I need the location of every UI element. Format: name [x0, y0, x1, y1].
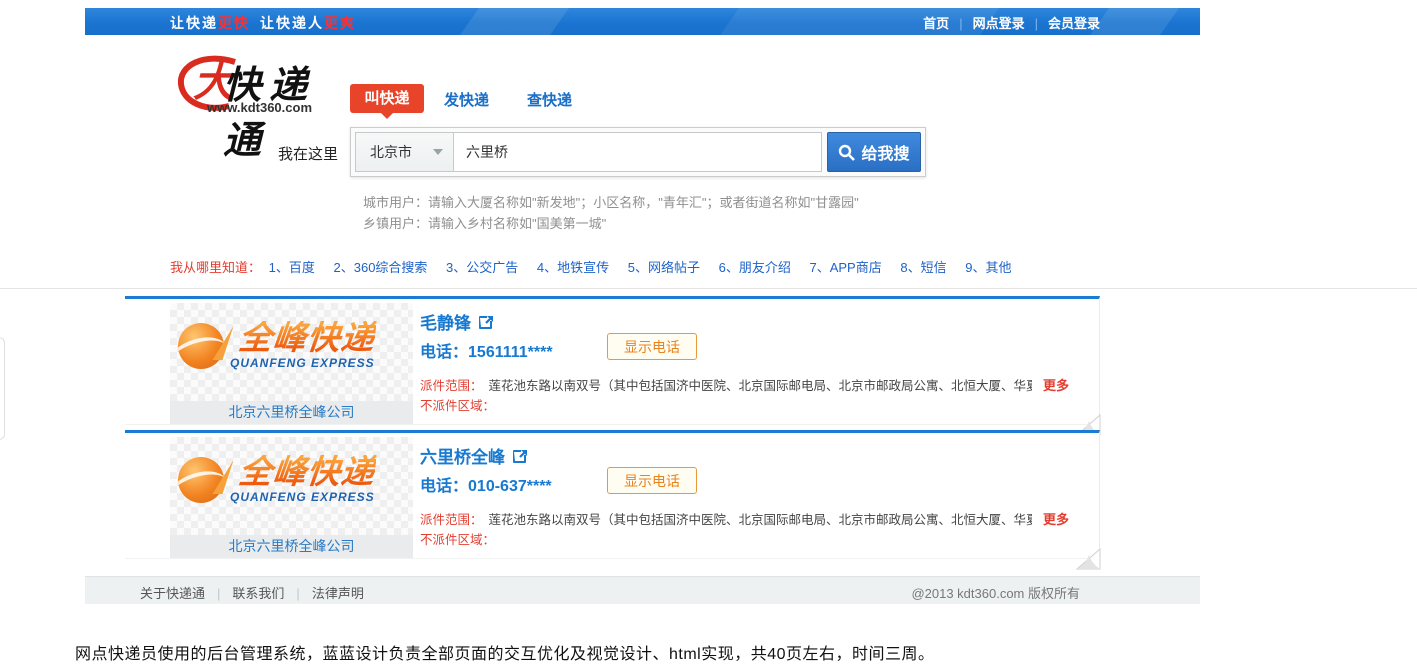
source-option-appstore[interactable]: 7、APP商店: [809, 260, 881, 275]
location-label: 我在这里: [278, 143, 338, 164]
footer-contact-link[interactable]: 联系我们: [232, 586, 284, 601]
brand-name-en: QUANFENG EXPRESS: [230, 490, 375, 504]
phone-row: 电话：010-637****: [420, 472, 552, 496]
page: 让快递更快让快递人更爽 首页 | 网点登录 | 会员登录 大 快递通 www.kdt36…: [0, 0, 1417, 665]
no-delivery-label: 不派件区域：: [420, 395, 495, 414]
search-button[interactable]: 给我搜: [827, 132, 921, 172]
footer-about-link[interactable]: 关于快递通: [140, 586, 205, 601]
brand-logo-area: 全峰快递 QUANFENG EXPRESS 北京六里桥全峰公司: [170, 303, 413, 424]
result-details: 毛静锋 电话：1561111**** 显示电话 派件范围： 莲花池东路以南双号（其…: [420, 299, 1091, 424]
tab-call-express[interactable]: 叫快递: [350, 84, 424, 113]
courier-name: 六里桥全峰: [420, 443, 505, 468]
section-divider: [0, 288, 1417, 289]
city-select-value: 北京市: [370, 142, 433, 162]
delivery-range-text: 莲花池东路以南双号（其中包括国济中医院、北京国际邮电局、北京市邮政局公寓、北恒大…: [489, 513, 1032, 527]
courier-name-link[interactable]: 毛静锋: [420, 309, 495, 334]
hint-city-users: 城市用户：请输入大厦名称如"新发地"；小区名称，"青年汇"；或者街道名称如"甘露…: [363, 192, 859, 211]
delivery-range-text: 莲花池东路以南双号（其中包括国济中医院、北京国际邮电局、北京市邮政局公寓、北恒大…: [489, 379, 1032, 393]
courier-result-card: 全峰快递 QUANFENG EXPRESS 北京六里桥全峰公司 毛静锋 电话：1…: [125, 296, 1100, 425]
logo-background: 全峰快递 QUANFENG EXPRESS: [170, 437, 413, 535]
phone-row: 电话：1561111****: [420, 338, 553, 362]
footer-legal-link[interactable]: 法律声明: [312, 586, 364, 601]
logo-url: www.kdt360.com: [207, 100, 312, 115]
copyright-text: @2013 kdt360.com 版权所有: [911, 583, 1080, 602]
source-option-friend[interactable]: 6、朋友介绍: [719, 260, 791, 275]
source-option-bus-ad[interactable]: 3、公交广告: [446, 260, 518, 275]
show-phone-button[interactable]: 显示电话: [607, 467, 697, 494]
city-select[interactable]: 北京市: [356, 133, 454, 171]
footer-links: 关于快递通 | 联系我们 | 法律声明: [140, 583, 364, 602]
source-option-360[interactable]: 2、360综合搜索: [334, 260, 428, 275]
external-link-icon: [479, 314, 495, 330]
nav-home-link[interactable]: 首页: [923, 16, 949, 31]
search-input[interactable]: [454, 133, 821, 171]
external-link-icon: [513, 448, 529, 464]
brand-name-cn: 全峰快递: [237, 455, 376, 488]
source-option-forum[interactable]: 5、网络帖子: [628, 260, 700, 275]
phone-number: 1561111****: [468, 344, 553, 361]
delivery-range-label: 派件范围：: [420, 513, 483, 527]
tab-track-express[interactable]: 查快递: [527, 89, 572, 110]
site-logo[interactable]: 大 快递通 www.kdt360.com: [175, 52, 355, 122]
topbar: 让快递更快让快递人更爽 首页 | 网点登录 | 会员登录: [85, 8, 1200, 35]
courier-name-link[interactable]: 六里桥全峰: [420, 443, 529, 468]
company-name: 北京六里桥全峰公司: [170, 535, 413, 558]
phone-number: 010-637****: [468, 478, 552, 495]
edge-widget-fragment: [0, 337, 5, 440]
slogan-part: 让快递: [170, 15, 218, 31]
company-name: 北京六里桥全峰公司: [170, 401, 413, 424]
delivery-range-row: 派件范围： 莲花池东路以南双号（其中包括国济中医院、北京国际邮电局、北京市邮政局公…: [420, 509, 1032, 528]
search-button-label: 给我搜: [861, 140, 909, 164]
more-link[interactable]: 更多: [1043, 375, 1069, 394]
source-option-baidu[interactable]: 1、百度: [269, 260, 315, 275]
source-option-subway[interactable]: 4、地铁宣传: [537, 260, 609, 275]
footer: 关于快递通 | 联系我们 | 法律声明 @2013 kdt360.com 版权所有: [85, 576, 1200, 604]
source-option-other[interactable]: 9、其他: [965, 260, 1011, 275]
search-bar: 北京市 给我搜: [350, 127, 926, 177]
search-icon: [838, 144, 855, 161]
phone-label: 电话：: [420, 478, 468, 495]
courier-name: 毛静锋: [420, 309, 471, 334]
nav-member-login-link[interactable]: 会员登录: [1048, 16, 1100, 31]
nav-branch-login-link[interactable]: 网点登录: [973, 16, 1025, 31]
footer-separator: |: [217, 586, 220, 601]
show-phone-button[interactable]: 显示电话: [607, 333, 697, 360]
slogan-part-highlight: 更爽: [324, 15, 356, 31]
footer-separator: |: [296, 586, 299, 601]
more-link[interactable]: 更多: [1043, 509, 1069, 528]
topbar-streak: [444, 8, 576, 35]
topbar-slogan: 让快递更快让快递人更爽: [170, 13, 366, 33]
result-details: 六里桥全峰 电话：010-637**** 显示电话 派件范围： 莲花池东路以南双号…: [420, 433, 1091, 558]
project-description-caption: 网点快递员使用的后台管理系统，蓝蓝设计负责全部页面的交互优化及视觉设计、html…: [75, 640, 935, 664]
nav-separator: |: [1035, 16, 1038, 31]
brand-logo-area: 全峰快递 QUANFENG EXPRESS 北京六里桥全峰公司: [170, 437, 413, 558]
hint-town-users: 乡镇用户：请输入乡村名称如"国美第一城": [363, 213, 606, 232]
search-field: 北京市: [355, 132, 822, 172]
referral-source-row: 我从哪里知道： 1、百度 2、360综合搜索 3、公交广告 4、地铁宣传 5、网…: [170, 257, 1026, 276]
slogan-part: 让快递人: [260, 15, 324, 31]
slogan-part-highlight: 更快: [218, 15, 250, 31]
logo-background: 全峰快递 QUANFENG EXPRESS: [170, 303, 413, 401]
courier-result-card: 全峰快递 QUANFENG EXPRESS 北京六里桥全峰公司 六里桥全峰 电话…: [125, 430, 1100, 559]
tab-send-express[interactable]: 发快递: [444, 89, 489, 110]
brand-name-cn: 全峰快递: [237, 321, 376, 354]
delivery-range-label: 派件范围：: [420, 379, 483, 393]
brand-name-en: QUANFENG EXPRESS: [230, 356, 375, 370]
nav-separator: |: [959, 16, 962, 31]
chevron-down-icon: [433, 149, 443, 155]
referral-source-label: 我从哪里知道：: [170, 260, 261, 275]
source-option-sms[interactable]: 8、短信: [900, 260, 946, 275]
phone-label: 电话：: [420, 344, 468, 361]
no-delivery-label: 不派件区域：: [420, 529, 495, 548]
delivery-range-row: 派件范围： 莲花池东路以南双号（其中包括国济中医院、北京国际邮电局、北京市邮政局公…: [420, 375, 1032, 394]
page-curl-icon: [1075, 548, 1101, 570]
topbar-nav: 首页 | 网点登录 | 会员登录: [923, 13, 1100, 32]
